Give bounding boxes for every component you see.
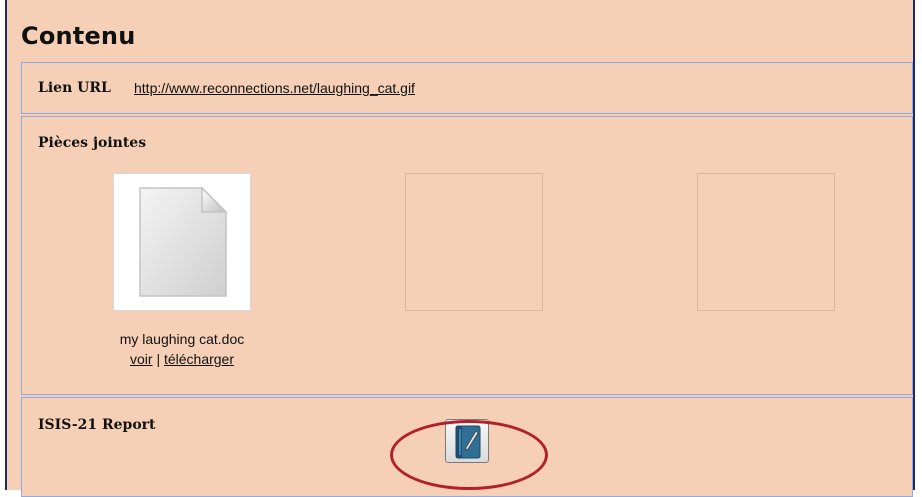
- download-link[interactable]: télécharger: [164, 351, 234, 367]
- highlight-circle: [390, 420, 548, 490]
- document-icon: [139, 186, 228, 297]
- attachments-section: Pièces jointes my laughing cat.doc voir …: [21, 116, 913, 395]
- attachment-actions: voir | télécharger: [82, 351, 282, 367]
- url-link[interactable]: http://www.reconnections.net/laughing_ca…: [134, 80, 415, 96]
- url-label: Lien URL: [38, 80, 111, 96]
- view-link[interactable]: voir: [130, 351, 153, 367]
- content-frame: Contenu Lien URL http://www.reconnection…: [5, 0, 915, 497]
- action-separator: |: [156, 351, 161, 367]
- empty-attachment-slot: [697, 173, 835, 311]
- page-title: Contenu: [21, 22, 136, 50]
- report-label: ISIS-21 Report: [38, 417, 156, 433]
- attachment-filename: my laughing cat.doc: [119, 331, 245, 347]
- attachment-thumbnail[interactable]: [113, 173, 251, 311]
- url-section: Lien URL http://www.reconnections.net/la…: [21, 62, 913, 114]
- empty-attachment-slot: [405, 173, 543, 311]
- attachments-label: Pièces jointes: [38, 135, 147, 151]
